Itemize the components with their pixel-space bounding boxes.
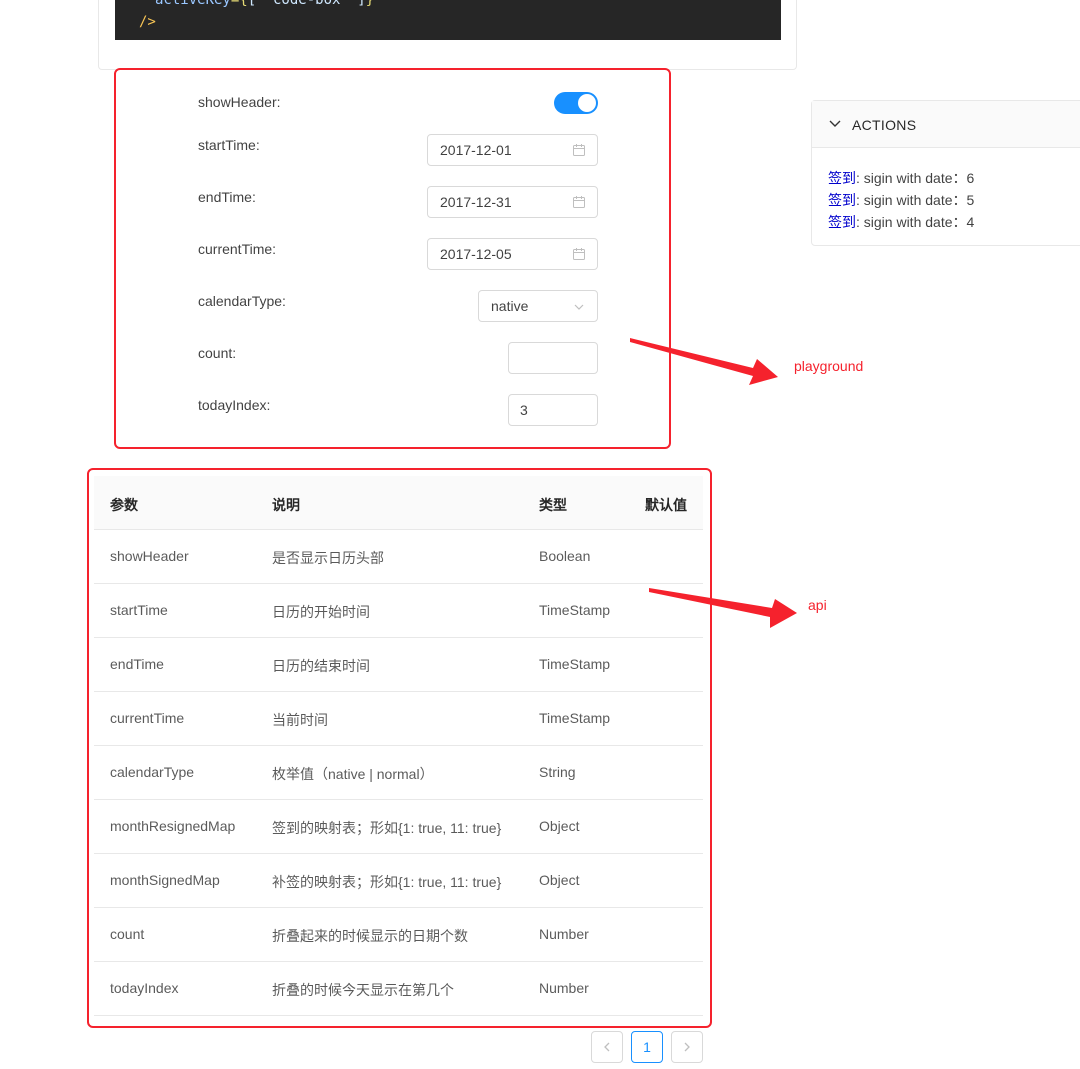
cell-type: TimeStamp	[539, 656, 611, 672]
cell-type: Boolean	[539, 548, 591, 564]
column-header: 参数	[110, 497, 138, 513]
end-time-datepicker[interactable]: 2017-12-31	[427, 186, 598, 218]
code-block: activeKey={[ 'code-box' ]} />	[115, 0, 781, 40]
show-header-label: showHeader:	[198, 94, 281, 110]
column-header: 类型	[539, 497, 567, 513]
cell-desc: 日历的开始时间	[272, 604, 370, 620]
playground-annotation: playground	[794, 358, 864, 374]
code-brace: }	[365, 0, 375, 8]
cell-type: Object	[539, 818, 580, 834]
actions-panel: ACTIONS 签到: sigin with date：6 签到: sigin …	[811, 100, 1080, 246]
table-row: endTime 日历的结束时间 TimeStamp	[94, 638, 703, 692]
pagination-prev-button[interactable]	[591, 1031, 623, 1063]
actions-header[interactable]: ACTIONS	[812, 101, 1080, 148]
cell-desc: 枚举值（native | normal）	[272, 766, 434, 782]
cell-param: startTime	[110, 602, 168, 618]
table-row: count 折叠起来的时候显示的日期个数 Number	[94, 908, 703, 962]
log-text: : sigin with date：6	[856, 170, 975, 186]
start-time-datepicker[interactable]: 2017-12-01	[427, 134, 598, 166]
cell-desc: 折叠起来的时候显示的日期个数	[272, 928, 468, 944]
log-name: 签到	[828, 192, 856, 208]
table-row: calendarType 枚举值（native | normal） String	[94, 746, 703, 800]
cell-type: TimeStamp	[539, 710, 611, 726]
cell-desc: 日历的结束时间	[272, 658, 370, 674]
calendar-icon	[573, 196, 585, 208]
table-row: startTime 日历的开始时间 TimeStamp	[94, 584, 703, 638]
count-input[interactable]	[508, 342, 598, 374]
action-log-item: 签到: sigin with date：4	[828, 212, 974, 232]
chevron-down-icon	[829, 120, 841, 127]
cell-desc: 签到的映射表；形如{1: true, 11: true}	[272, 820, 502, 836]
today-index-value: 3	[520, 402, 528, 418]
column-header: 说明	[272, 497, 300, 513]
calendar-type-select[interactable]: native	[478, 290, 598, 322]
table-row: monthSignedMap 补签的映射表；形如{1: true, 11: tru…	[94, 854, 703, 908]
log-text: : sigin with date：5	[856, 192, 975, 208]
calendar-icon	[573, 248, 585, 260]
current-time-datepicker[interactable]: 2017-12-05	[427, 238, 598, 270]
table-row: currentTime 当前时间 TimeStamp	[94, 692, 703, 746]
current-time-value: 2017-12-05	[440, 246, 512, 262]
switch-knob	[578, 94, 596, 112]
api-annotation: api	[808, 597, 827, 613]
cell-desc: 当前时间	[272, 712, 328, 728]
cell-param: calendarType	[110, 764, 195, 780]
chevron-right-icon	[684, 1042, 690, 1052]
cell-param: count	[110, 926, 145, 942]
cell-param: currentTime	[110, 710, 185, 726]
code-eq: ={	[230, 0, 248, 8]
chevron-down-icon	[574, 304, 584, 310]
table-row: monthResignedMap 签到的映射表；形如{1: true, 11: t…	[94, 800, 703, 854]
today-index-label: todayIndex:	[198, 397, 271, 413]
actions-title: ACTIONS	[852, 117, 917, 133]
cell-type: String	[539, 764, 576, 780]
show-header-switch[interactable]	[554, 92, 598, 114]
cell-type: Number	[539, 980, 589, 996]
log-text: : sigin with date：4	[856, 214, 975, 230]
cell-desc: 折叠的时候今天显示在第几个	[272, 982, 454, 998]
current-time-label: currentTime:	[198, 241, 277, 257]
cell-desc: 是否显示日历头部	[272, 550, 384, 566]
calendar-icon	[573, 144, 585, 156]
cell-desc: 补签的映射表；形如{1: true, 11: true}	[272, 874, 502, 890]
chevron-left-icon	[604, 1042, 610, 1052]
calendar-type-value: native	[491, 298, 529, 314]
count-label: count:	[198, 345, 237, 361]
action-log-item: 签到: sigin with date：5	[828, 190, 974, 210]
code-value: [ 'code-box' ]	[247, 0, 366, 8]
cell-param: endTime	[110, 656, 164, 672]
end-time-label: endTime:	[198, 189, 256, 205]
today-index-input[interactable]: 3	[508, 394, 598, 426]
table-row: showHeader 是否显示日历头部 Boolean	[94, 530, 703, 584]
code-line-1: activeKey={[ 'code-box' ]}	[155, 0, 374, 11]
table-row: todayIndex 折叠的时候今天显示在第几个 Number	[94, 962, 703, 1016]
cell-type: Object	[539, 872, 580, 888]
end-time-value: 2017-12-31	[440, 194, 512, 210]
log-name: 签到	[828, 214, 856, 230]
cell-param: showHeader	[110, 548, 189, 564]
playground-arrow-icon	[630, 338, 778, 385]
action-log-item: 签到: sigin with date：6	[828, 168, 974, 188]
calendar-type-label: calendarType:	[198, 293, 286, 309]
code-line-2: />	[139, 14, 156, 30]
start-time-value: 2017-12-01	[440, 142, 512, 158]
cell-param: monthResignedMap	[110, 818, 236, 834]
log-name: 签到	[828, 170, 856, 186]
start-time-label: startTime:	[198, 137, 260, 153]
cell-param: monthSignedMap	[110, 872, 220, 888]
code-attr: activeKey	[155, 0, 231, 8]
pagination-page-1[interactable]: 1	[631, 1031, 663, 1063]
cell-param: todayIndex	[110, 980, 179, 996]
column-header: 默认值	[645, 497, 687, 513]
pagination-next-button[interactable]	[671, 1031, 703, 1063]
table-header: 参数 说明 类型 默认值	[94, 476, 703, 530]
cell-type: Number	[539, 926, 589, 942]
cell-type: TimeStamp	[539, 602, 611, 618]
